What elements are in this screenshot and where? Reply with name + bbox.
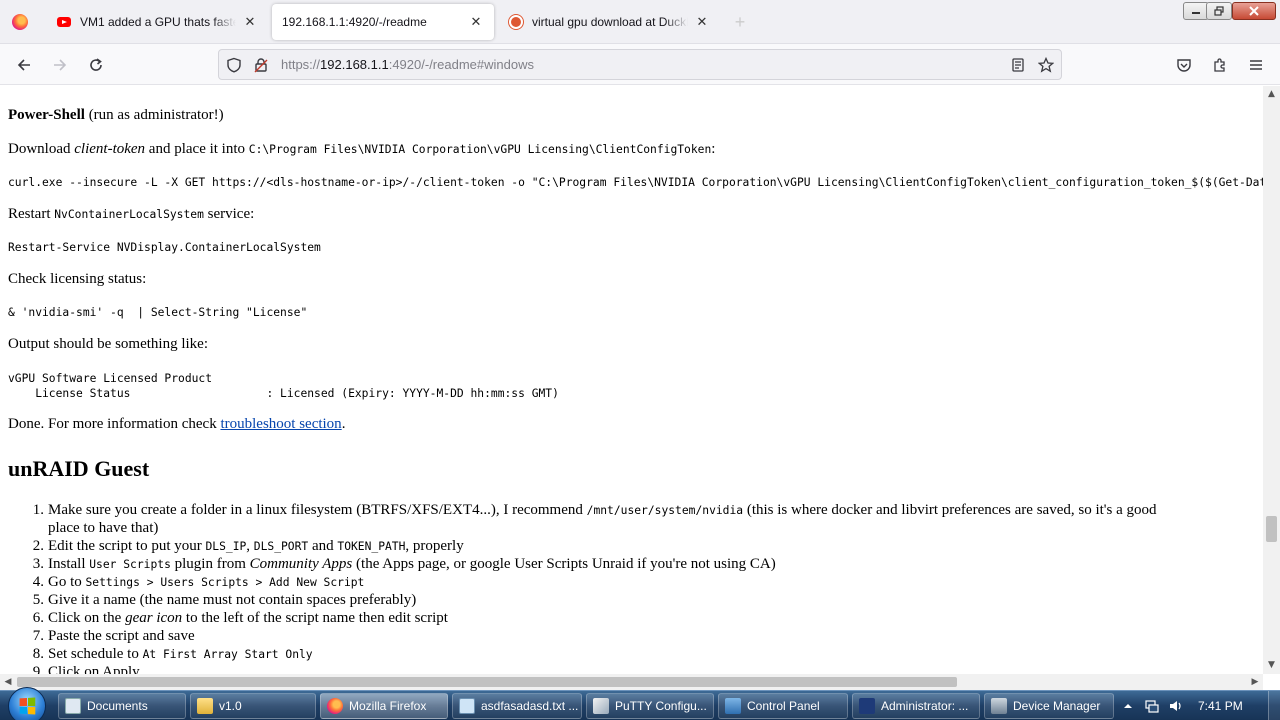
close-icon (1249, 6, 1259, 16)
shield-icon[interactable] (225, 56, 243, 74)
show-hidden-icons-icon[interactable] (1122, 700, 1134, 712)
folder-icon (197, 698, 213, 714)
restore-button[interactable] (1206, 2, 1232, 20)
curl-command[interactable]: curl.exe --insecure -L -X GET https://<d… (8, 176, 1263, 189)
lock-warning-icon[interactable] (252, 56, 270, 74)
output-text: Output should be something like: (8, 336, 208, 352)
taskbar-item-device-manager[interactable]: Device Manager (984, 693, 1114, 719)
tab-duckduckgo[interactable]: virtual gpu download at DuckD ✕ (498, 4, 720, 40)
tab-youtube[interactable]: VM1 added a GPU thats faster t ✕ (46, 4, 268, 40)
extensions-button[interactable] (1206, 52, 1234, 78)
powershell-icon (859, 698, 875, 714)
list-item: 3. Install User Scripts plugin from Commu… (32, 556, 776, 572)
taskbar-item-powershell[interactable]: Administrator: ... (852, 693, 980, 719)
troubleshoot-link[interactable]: troubleshoot section (220, 416, 341, 432)
close-tab-icon[interactable]: ✕ (694, 14, 710, 30)
list-item: 5. Give it a name (the name must not cont… (32, 592, 417, 608)
list-item: 4. Go to Settings > Users Scripts > Add N… (32, 574, 365, 590)
tab-readme[interactable]: 192.168.1.1:4920/-/readme ✕ (272, 4, 494, 40)
back-arrow-icon (17, 59, 30, 71)
youtube-icon (56, 14, 72, 30)
new-tab-button[interactable]: + (730, 12, 750, 32)
download-instruction: Download client-token and place it into … (8, 141, 716, 157)
restore-icon (1214, 6, 1224, 16)
control-panel-icon (725, 698, 741, 714)
url-bar[interactable]: https://192.168.1.1:4920/-/readme#window… (218, 49, 1062, 80)
system-tray: 7:41 PM (1122, 691, 1243, 720)
firefox-view-button[interactable] (8, 10, 32, 34)
tab-title: 192.168.1.1:4920/-/readme (282, 15, 427, 29)
close-window-button[interactable] (1232, 2, 1276, 20)
list-item: 6. Click on the gear icon to the left of … (32, 610, 448, 626)
show-desktop-button[interactable] (1268, 691, 1280, 720)
vertical-scroll-thumb[interactable] (1266, 516, 1277, 542)
powershell-heading: Power-Shell (run as administrator!) (8, 107, 224, 123)
minimize-icon (1192, 12, 1200, 14)
device-manager-icon (991, 698, 1007, 714)
forward-arrow-icon (54, 59, 67, 71)
restart-command[interactable]: Restart-Service NVDisplay.ContainerLocal… (8, 241, 321, 254)
tab-title: VM1 added a GPU thats faster t (80, 15, 236, 29)
taskbar-item-documents[interactable]: Documents (58, 693, 186, 719)
close-tab-icon[interactable]: ✕ (468, 14, 484, 30)
reader-view-icon[interactable] (1009, 56, 1027, 74)
taskbar-item-folder[interactable]: v1.0 (190, 693, 316, 719)
documents-icon (65, 698, 81, 714)
list-item: 8. Set schedule to At First Array Start O… (32, 646, 313, 662)
network-icon[interactable] (1144, 698, 1160, 714)
check-status-command[interactable]: & 'nvidia-smi' -q | Select-String "Licen… (8, 306, 307, 319)
taskbar: Documents v1.0 Mozilla Firefox asdfasada… (0, 687, 1280, 720)
check-status-text: Check licensing status: (8, 271, 147, 287)
output-block[interactable]: vGPU Software Licensed Product License S… (8, 371, 559, 401)
pocket-button[interactable] (1170, 52, 1198, 78)
navigation-toolbar: https://192.168.1.1:4920/-/readme#window… (0, 44, 1280, 85)
duckduckgo-icon (508, 14, 524, 30)
forward-button[interactable] (46, 52, 74, 78)
start-button[interactable] (8, 687, 46, 720)
windows-logo-icon (19, 697, 36, 715)
menu-button[interactable] (1242, 52, 1270, 78)
firefox-icon (327, 698, 343, 714)
taskbar-item-putty[interactable]: PuTTY Configu... (586, 693, 714, 719)
list-item: 1. Make sure you create a folder in a lin… (32, 502, 1157, 518)
reload-icon (90, 58, 102, 71)
list-item-continuation: place to have that) (48, 520, 159, 536)
close-tab-icon[interactable]: ✕ (242, 14, 258, 30)
vertical-scrollbar[interactable]: ▲ ▼ (1263, 86, 1280, 674)
back-button[interactable] (10, 52, 38, 78)
list-item: 9. Click on Apply (32, 664, 140, 674)
page-content: Power-Shell (run as administrator!) Down… (0, 86, 1263, 674)
horizontal-scrollbar[interactable]: ◀ ▶ (0, 674, 1263, 690)
taskbar-item-control-panel[interactable]: Control Panel (718, 693, 848, 719)
url-text[interactable]: https://192.168.1.1:4920/-/readme#window… (281, 57, 534, 72)
notepad-icon (459, 698, 475, 714)
done-text: Done. For more information check trouble… (8, 416, 346, 432)
scroll-up-icon[interactable]: ▲ (1263, 86, 1280, 103)
reload-button[interactable] (82, 52, 110, 78)
list-item: 7. Paste the script and save (32, 628, 195, 644)
scroll-down-icon[interactable]: ▼ (1263, 657, 1280, 674)
firefox-icon (12, 14, 28, 30)
list-item: 2. Edit the script to put your DLS_IP, DL… (32, 538, 464, 554)
taskbar-item-notepad[interactable]: asdfasadasd.txt ... (452, 693, 582, 719)
pocket-icon (1177, 59, 1191, 72)
volume-icon[interactable] (1168, 698, 1184, 714)
tab-strip: VM1 added a GPU thats faster t ✕ 192.168… (0, 0, 1280, 44)
scroll-left-icon[interactable]: ◀ (0, 674, 16, 690)
scroll-right-icon[interactable]: ▶ (1247, 674, 1263, 690)
clock[interactable]: 7:41 PM (1198, 699, 1243, 713)
putty-icon (593, 698, 609, 714)
extensions-icon (1214, 58, 1225, 72)
taskbar-item-firefox[interactable]: Mozilla Firefox (320, 693, 448, 719)
restart-instruction: Restart NvContainerLocalSystem service: (8, 206, 255, 222)
bookmark-star-icon[interactable] (1037, 56, 1055, 74)
unraid-guest-heading: unRAID Guest (8, 456, 150, 481)
hamburger-menu-icon (1250, 60, 1262, 70)
tab-title: virtual gpu download at DuckD (532, 15, 688, 29)
horizontal-scroll-thumb[interactable] (17, 677, 957, 687)
